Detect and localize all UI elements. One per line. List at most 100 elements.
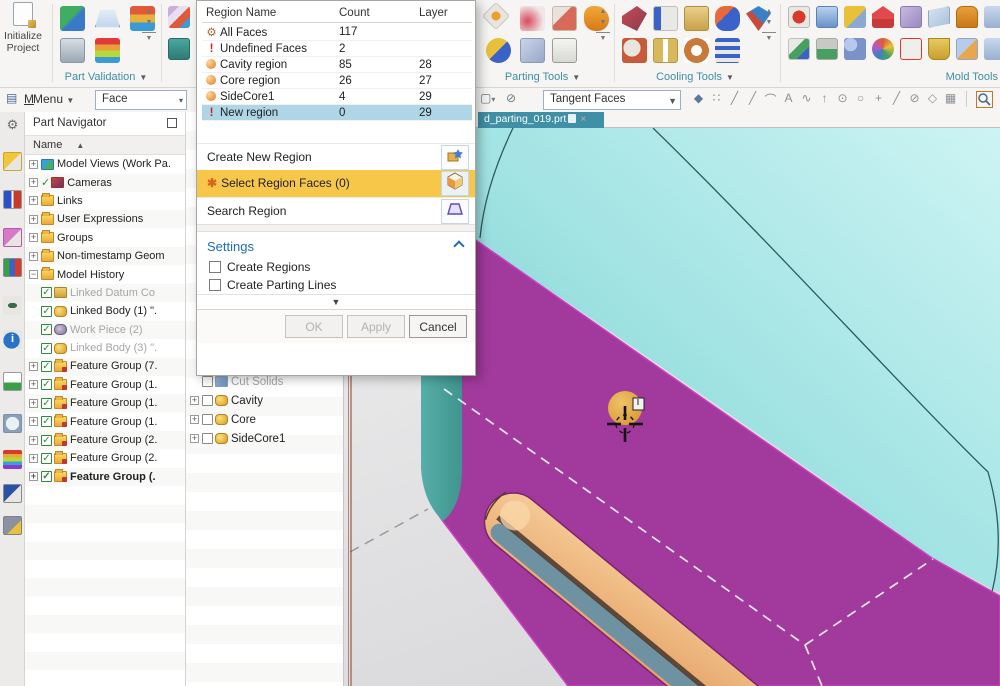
select-region-faces-button[interactable] — [441, 171, 469, 196]
part-validation-group-label[interactable]: Part Validation▼ — [50, 71, 162, 83]
tree-item-feature-group[interactable]: +✓Feature Group (7. — [25, 357, 185, 375]
color-faces-icon[interactable] — [872, 38, 894, 60]
tree-item-model-history[interactable]: −Model History — [25, 265, 185, 283]
tree-item-cameras[interactable]: +✓Cameras — [25, 173, 185, 191]
control-point-icon[interactable]: ⌒ — [762, 91, 779, 108]
reuse-library-icon[interactable] — [3, 258, 22, 277]
expander-icon[interactable]: + — [190, 434, 199, 443]
split-solid-icon[interactable] — [956, 38, 978, 60]
tree-item-user-expressions[interactable]: +User Expressions — [25, 210, 185, 228]
checked-checkbox-icon[interactable]: ✓ — [41, 287, 52, 298]
type-filter-combo[interactable]: Face▾ — [95, 90, 187, 110]
unchecked-checkbox-icon[interactable] — [202, 433, 213, 444]
scatter-point-icon[interactable]: ∷ — [708, 91, 725, 105]
expander-icon[interactable]: − — [29, 270, 38, 279]
tree-item-links[interactable]: +Links — [25, 192, 185, 210]
edit-parting-surface-icon[interactable] — [552, 6, 577, 31]
measure-icon[interactable] — [3, 484, 22, 503]
column-count[interactable]: Count — [335, 5, 415, 23]
region-row-undefined-faces[interactable]: !Undefined Faces 2 — [202, 41, 472, 57]
create-parting-lines-checkbox[interactable] — [209, 279, 221, 291]
settings-section-header[interactable]: Settings — [197, 232, 475, 258]
tree-item-work-piece[interactable]: ✓Work Piece (2) — [25, 321, 185, 339]
panel-pin-icon[interactable] — [167, 118, 177, 128]
tree-item-cavity[interactable]: +Cavity — [186, 391, 343, 410]
expander-icon[interactable]: + — [29, 436, 38, 445]
region-row-core[interactable]: Core region 2627 — [202, 73, 472, 89]
checked-checkbox-icon[interactable]: ✓ — [41, 379, 52, 390]
check-wall-thickness-icon[interactable] — [60, 6, 85, 31]
checked-checkbox-icon[interactable]: ✓ — [41, 453, 52, 464]
trim-mold-components-icon[interactable] — [788, 38, 810, 60]
magnifier-icon[interactable] — [976, 91, 993, 108]
wave-link-icon[interactable] — [900, 38, 922, 60]
column-layer[interactable]: Layer — [415, 5, 472, 23]
name-column-header[interactable]: Name▲ — [25, 136, 185, 155]
extract-regions-icon[interactable] — [520, 38, 545, 63]
region-row-sidecore1[interactable]: SideCore1 429 — [202, 89, 472, 105]
menu-button[interactable]: MMenu ▼ — [24, 92, 74, 106]
create-new-region-row[interactable]: Create New Region — [197, 143, 475, 170]
unchecked-checkbox-icon[interactable] — [202, 376, 213, 387]
expander-icon[interactable]: + — [29, 362, 38, 371]
collapse-chevron-icon[interactable] — [453, 240, 464, 251]
cooling-pattern-icon[interactable] — [653, 6, 678, 31]
tree-item-feature-group[interactable]: +✓Feature Group (2. — [25, 431, 185, 449]
tree-item-feature-group[interactable]: +✓Feature Group (1. — [25, 394, 185, 412]
quadrant-point-icon[interactable]: ◇ — [924, 91, 941, 105]
cooling-circuit-icon[interactable] — [715, 38, 740, 63]
tree-item-non-timestamp[interactable]: +Non-timestamp Geom — [25, 247, 185, 265]
create-new-region-button[interactable] — [441, 145, 469, 170]
mid-point-icon[interactable]: ╱ — [744, 91, 761, 105]
grid-point-icon[interactable]: ▦ — [942, 91, 959, 105]
roles-gear-icon[interactable]: ⚙ — [3, 115, 22, 134]
history-clock-icon[interactable] — [3, 414, 22, 433]
region-row-all-faces[interactable]: ⚙All Faces 117 — [202, 23, 472, 41]
check-regions-icon[interactable] — [95, 6, 120, 31]
checked-checkbox-icon[interactable]: ✓ — [41, 435, 52, 446]
expander-icon[interactable]: + — [29, 472, 38, 481]
assembly-navigator-icon[interactable] — [3, 228, 22, 247]
cooling-extend-icon[interactable] — [622, 38, 647, 63]
tree-item-groups[interactable]: +Groups — [25, 229, 185, 247]
spline-point-icon[interactable]: ∿ — [798, 91, 815, 105]
tooling-icon[interactable] — [3, 516, 22, 535]
expander-icon[interactable]: + — [29, 380, 38, 389]
workpiece-icon[interactable] — [816, 6, 838, 28]
checked-checkbox-icon[interactable]: ✓ — [41, 471, 52, 482]
tree-item-linked-body-3[interactable]: ✓Linked Body (3) ". — [25, 339, 185, 357]
mold-csys-icon[interactable] — [168, 38, 190, 60]
dialog-collapse-handle[interactable]: ▼ — [197, 294, 475, 309]
cooling-connect-icon[interactable] — [684, 6, 709, 31]
snap-point-icon[interactable]: ◆ — [690, 91, 707, 105]
create-regions-checkbox-row[interactable]: Create Regions — [197, 258, 475, 276]
region-row-new-region-selected[interactable]: !New region 029 — [202, 105, 472, 121]
tree-item-feature-group[interactable]: +✓Feature Group (2. — [25, 449, 185, 467]
expander-icon[interactable]: + — [29, 178, 38, 187]
selection-filter-icon[interactable]: ▢▾ — [480, 91, 495, 105]
expander-icon[interactable]: + — [190, 415, 199, 424]
visibility-eye-icon[interactable] — [3, 296, 22, 315]
search-region-row[interactable]: Search Region — [197, 197, 475, 224]
create-regions-checkbox[interactable] — [209, 261, 221, 273]
mold-tools-group-label[interactable]: Mold Tools — [840, 71, 998, 83]
expander-icon[interactable]: + — [29, 252, 38, 261]
parting-tools-group-label[interactable]: Parting Tools▼ — [480, 71, 605, 83]
circle-icon[interactable]: ○ — [852, 91, 869, 105]
draft-analysis-icon[interactable] — [95, 38, 120, 63]
cooling-channel-icon[interactable] — [622, 6, 647, 31]
pocket-tool-icon[interactable] — [844, 38, 866, 60]
expander-icon[interactable]: + — [29, 215, 38, 224]
search-region-button[interactable] — [441, 199, 469, 224]
intersection-point-icon[interactable]: + — [870, 91, 887, 105]
check-mold-part-icon[interactable] — [60, 38, 85, 63]
unchecked-checkbox-icon[interactable] — [202, 414, 213, 425]
tab-close-icon[interactable]: × — [580, 114, 586, 125]
tree-item-sidecore1[interactable]: +SideCore1 — [186, 429, 343, 448]
cooling-o-ring-icon[interactable] — [684, 38, 709, 63]
active-document-tab[interactable]: d_parting_019.prt× — [478, 112, 604, 128]
parting-navigator-icon[interactable] — [552, 38, 577, 63]
general-selection-filter-icon[interactable]: ⊘ — [506, 91, 516, 105]
tree-item-core[interactable]: +Core — [186, 410, 343, 429]
design-parting-line-icon[interactable] — [520, 6, 545, 31]
